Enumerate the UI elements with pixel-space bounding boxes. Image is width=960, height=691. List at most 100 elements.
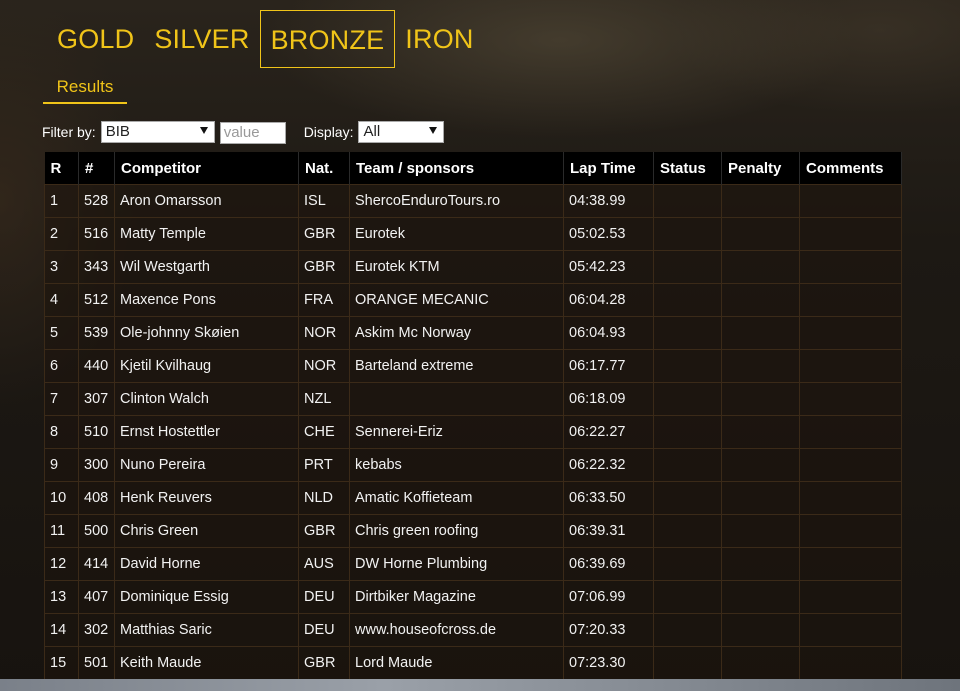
header-competitor[interactable]: Competitor <box>114 152 299 185</box>
cell-competitor: Kjetil Kvilhaug <box>114 349 299 383</box>
cell-comments <box>799 184 902 218</box>
table-row[interactable]: 9 300 Nuno Pereira PRT kebabs 06:22.32 <box>44 448 902 482</box>
filter-field-value: BIB <box>105 122 130 140</box>
header-nationality[interactable]: Nat. <box>298 152 350 185</box>
chevron-down-icon <box>199 126 208 134</box>
cell-nationality: PRT <box>298 448 350 482</box>
tab-silver[interactable]: SILVER <box>144 10 259 68</box>
cell-lap-time: 06:22.32 <box>563 448 654 482</box>
table-row[interactable]: 3 343 Wil Westgarth GBR Eurotek KTM 05:42.23 <box>44 250 902 284</box>
table-row[interactable]: 11 500 Chris Green GBR Chris green roofing 06… <box>44 514 902 548</box>
cell-lap-time: 06:39.69 <box>563 547 654 581</box>
cell-competitor: Nuno Pereira <box>114 448 299 482</box>
cell-bib: 516 <box>78 217 115 251</box>
cell-status <box>653 646 722 680</box>
cell-bib: 512 <box>78 283 115 317</box>
cell-team <box>349 382 564 416</box>
tab-results[interactable]: Results <box>43 74 127 104</box>
cell-competitor: Keith Maude <box>114 646 299 680</box>
cell-status <box>653 382 722 416</box>
table-row[interactable]: 2 516 Matty Temple GBR Eurotek 05:02.53 <box>44 217 902 251</box>
cell-rank: 9 <box>44 448 79 482</box>
header-status[interactable]: Status <box>653 152 722 185</box>
cell-penalty <box>721 514 800 548</box>
tab-gold[interactable]: GOLD <box>47 10 144 68</box>
cell-penalty <box>721 580 800 614</box>
table-row[interactable]: 13 407 Dominique Essig DEU Dirtbiker Magazin… <box>44 580 902 614</box>
cell-comments <box>799 481 902 515</box>
cell-rank: 12 <box>44 547 79 581</box>
cell-bib: 510 <box>78 415 115 449</box>
cell-rank: 6 <box>44 349 79 383</box>
cell-bib: 528 <box>78 184 115 218</box>
display-select[interactable]: All <box>358 120 445 143</box>
table-row[interactable]: 10 408 Henk Reuvers NLD Amatic Koffieteam 06:… <box>44 481 902 515</box>
filter-bar: Filter by: BIB value Display: All <box>42 119 445 144</box>
cell-penalty <box>721 646 800 680</box>
cell-bib: 407 <box>78 580 115 614</box>
cell-lap-time: 05:02.53 <box>563 217 654 251</box>
chevron-down-icon <box>429 126 438 134</box>
results-table: R # Competitor Nat. Team / sponsors Lap Time S… <box>44 152 902 680</box>
cell-nationality: AUS <box>298 547 350 581</box>
cell-team: Eurotek <box>349 217 564 251</box>
header-comments[interactable]: Comments <box>799 152 902 185</box>
cell-competitor: Ernst Hostettler <box>114 415 299 449</box>
cell-nationality: GBR <box>298 646 350 680</box>
cell-team: ShercoEnduroTours.ro <box>349 184 564 218</box>
cell-nationality: GBR <box>298 250 350 284</box>
table-row[interactable]: 6 440 Kjetil Kvilhaug NOR Barteland extreme 0… <box>44 349 902 383</box>
cell-rank: 11 <box>44 514 79 548</box>
cell-lap-time: 07:06.99 <box>563 580 654 614</box>
cell-lap-time: 06:33.50 <box>563 481 654 515</box>
cell-nationality: FRA <box>298 283 350 317</box>
cell-status <box>653 184 722 218</box>
header-rank[interactable]: R <box>44 152 79 185</box>
cell-rank: 2 <box>44 217 79 251</box>
table-row[interactable]: 1 528 Aron Omarsson ISL ShercoEnduroTours.ro… <box>44 184 902 218</box>
cell-competitor: Chris Green <box>114 514 299 548</box>
cell-competitor: Matthias Saric <box>114 613 299 647</box>
table-row[interactable]: 8 510 Ernst Hostettler CHE Sennerei-Eriz 06:2… <box>44 415 902 449</box>
filter-label: Filter by: <box>42 123 96 140</box>
header-lap-time[interactable]: Lap Time <box>563 152 654 185</box>
header-penalty[interactable]: Penalty <box>721 152 800 185</box>
table-row[interactable]: 4 512 Maxence Pons FRA ORANGE MECANIC 06:04.2… <box>44 283 902 317</box>
cell-rank: 15 <box>44 646 79 680</box>
table-row[interactable]: 12 414 David Horne AUS DW Horne Plumbing 06:3… <box>44 547 902 581</box>
cell-status <box>653 481 722 515</box>
filter-field-select[interactable]: BIB <box>100 120 215 143</box>
table-row[interactable]: 7 307 Clinton Walch NZL 06:18.09 <box>44 382 902 416</box>
cell-competitor: David Horne <box>114 547 299 581</box>
table-row[interactable]: 14 302 Matthias Saric DEU www.houseofcross.d… <box>44 613 902 647</box>
cell-comments <box>799 415 902 449</box>
cell-status <box>653 448 722 482</box>
cell-comments <box>799 580 902 614</box>
cell-bib: 440 <box>78 349 115 383</box>
cell-bib: 539 <box>78 316 115 350</box>
cell-rank: 10 <box>44 481 79 515</box>
cell-team: Barteland extreme <box>349 349 564 383</box>
tab-bronze[interactable]: BRONZE <box>259 10 396 68</box>
header-team[interactable]: Team / sponsors <box>349 152 564 185</box>
cell-penalty <box>721 184 800 218</box>
bottom-strip <box>0 679 960 691</box>
filter-value-input[interactable]: value <box>219 122 286 144</box>
cell-competitor: Maxence Pons <box>114 283 299 317</box>
cell-comments <box>799 547 902 581</box>
cell-comments <box>799 316 902 350</box>
cell-team: Eurotek KTM <box>349 250 564 284</box>
cell-penalty <box>721 349 800 383</box>
table-row[interactable]: 5 539 Ole-johnny Skøien NOR Askim Mc Norway 0… <box>44 316 902 350</box>
tab-iron[interactable]: IRON <box>395 10 483 68</box>
cell-nationality: NLD <box>298 481 350 515</box>
table-row[interactable]: 15 501 Keith Maude GBR Lord Maude 07:23.30 <box>44 646 902 680</box>
header-bib[interactable]: # <box>78 152 115 185</box>
cell-bib: 414 <box>78 547 115 581</box>
cell-bib: 408 <box>78 481 115 515</box>
cell-competitor: Henk Reuvers <box>114 481 299 515</box>
cell-team: Chris green roofing <box>349 514 564 548</box>
display-value: All <box>363 122 381 140</box>
cell-comments <box>799 217 902 251</box>
cell-nationality: CHE <box>298 415 350 449</box>
